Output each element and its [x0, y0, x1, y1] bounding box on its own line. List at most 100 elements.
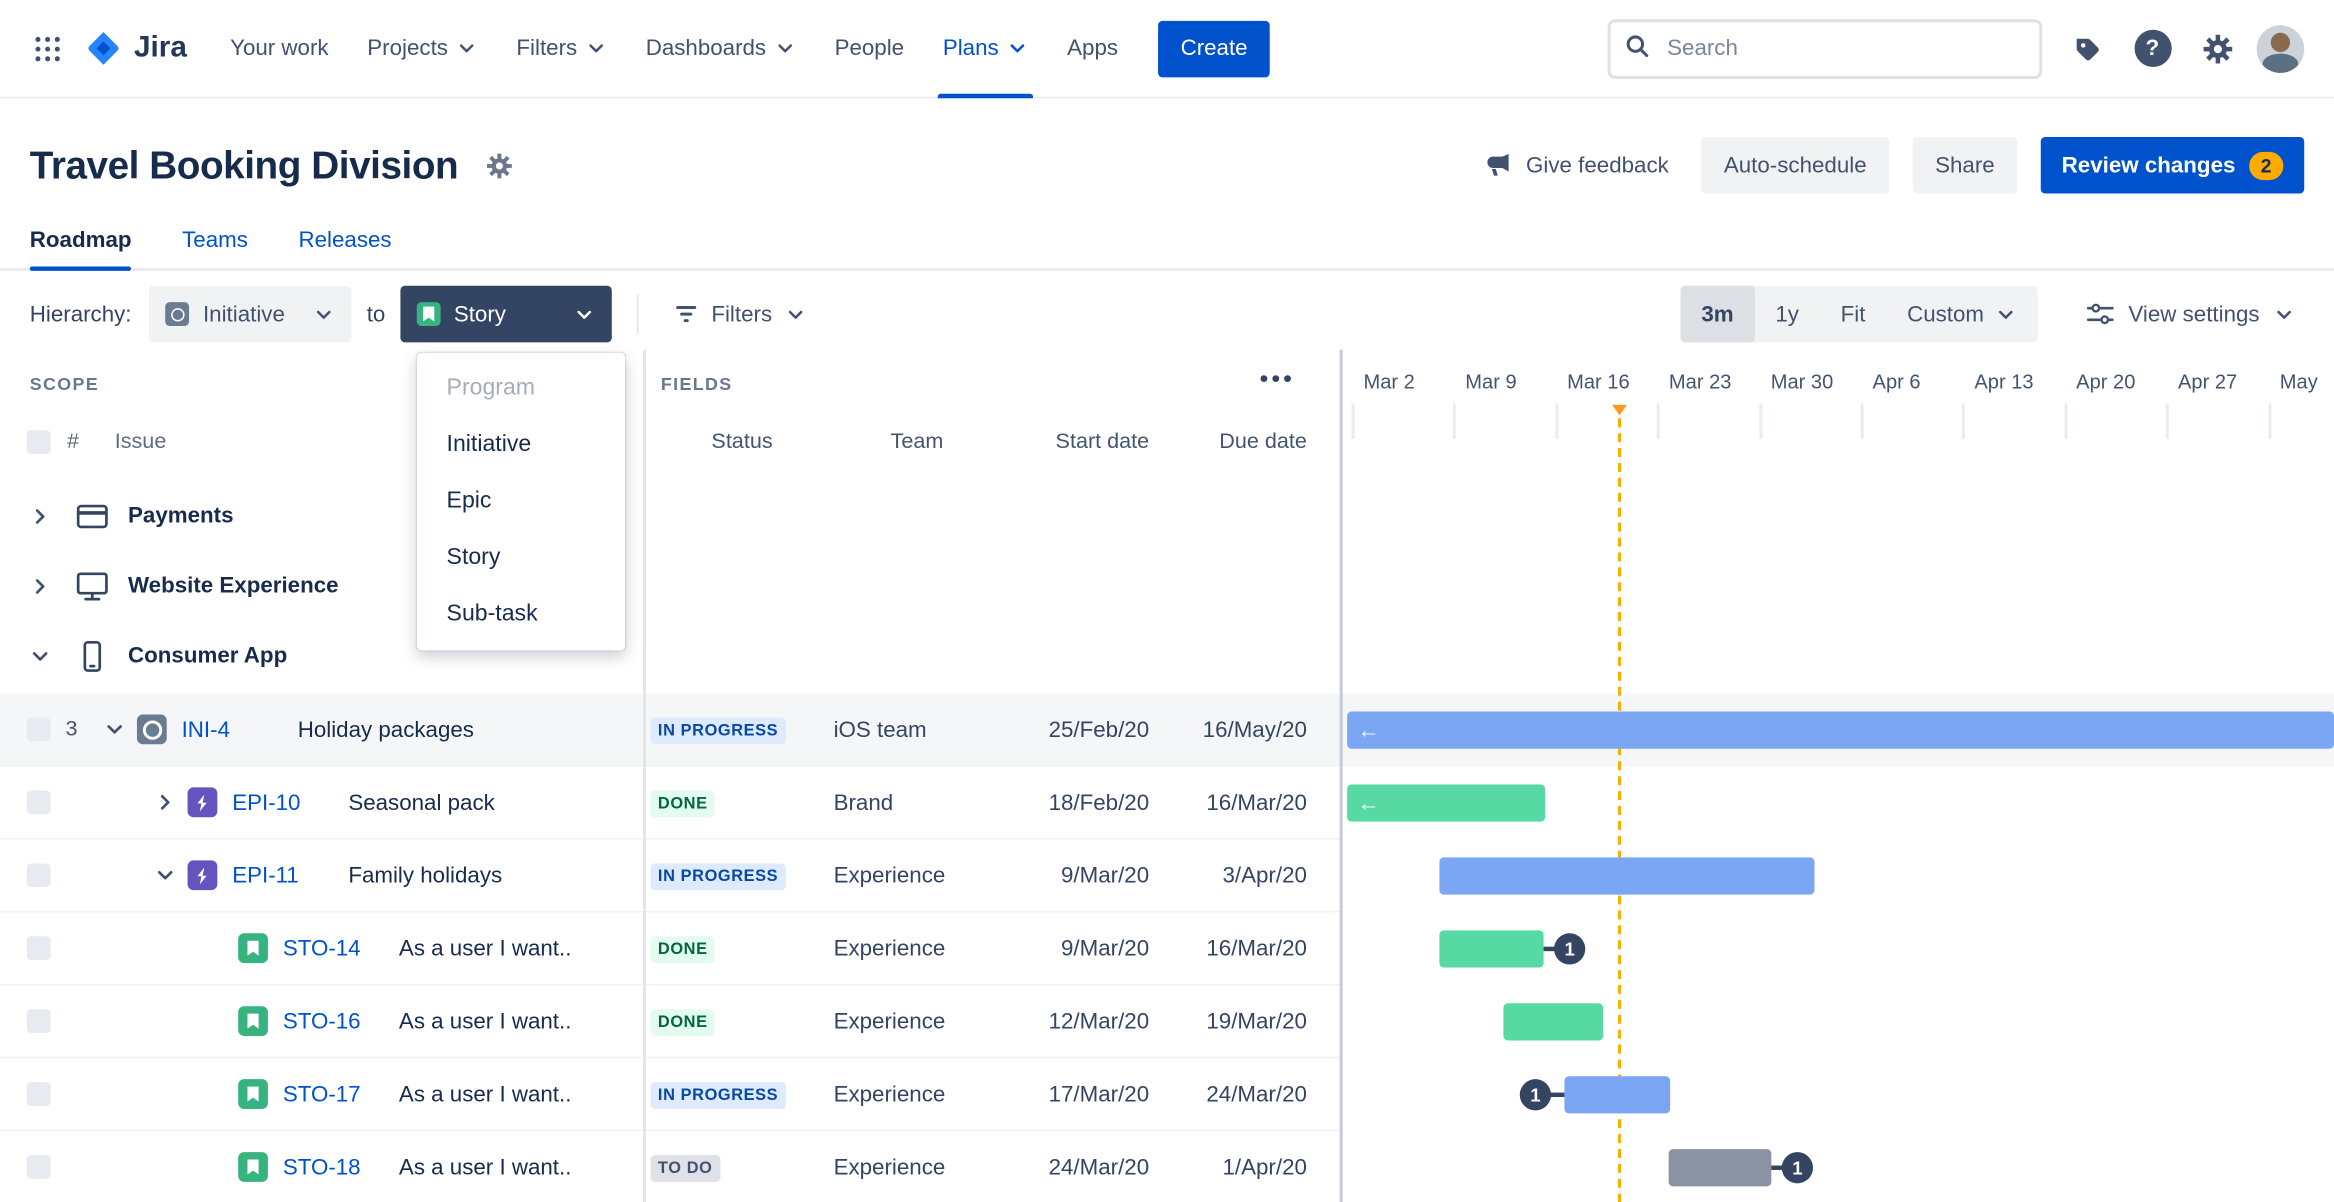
issue-key-link[interactable]: STO-16 — [283, 1008, 390, 1033]
expand-chevron[interactable] — [98, 717, 131, 741]
week-tick — [2166, 403, 2170, 440]
row-checkbox[interactable] — [26, 1155, 51, 1179]
fields-column-header-due-date: Due date — [1219, 430, 1307, 454]
team-cell: Experience — [833, 1154, 946, 1180]
hierarchy-from-dropdown[interactable]: Initiative — [149, 285, 352, 343]
plan-settings-button[interactable] — [473, 138, 527, 192]
fields-columns-header: Status Team Start date Due date — [643, 421, 1340, 463]
week-tick — [2064, 403, 2068, 440]
chevron-right-icon — [160, 795, 170, 810]
start-date-cell: 17/Mar/20 — [1048, 1081, 1150, 1107]
filters-button[interactable]: Filters — [664, 299, 816, 329]
tab-roadmap[interactable]: Roadmap — [29, 211, 133, 271]
nav-item-people[interactable]: People — [815, 0, 923, 97]
row-checkbox[interactable] — [26, 790, 51, 815]
indent-spacer — [98, 802, 149, 803]
issue-scope-cell: STO-17 As a user I want.. — [0, 1058, 644, 1132]
row-checkbox[interactable] — [26, 1009, 51, 1034]
schedule-bar[interactable] — [1668, 1149, 1772, 1187]
issue-scope-cell: STO-14 As a user I want.. — [0, 912, 644, 986]
zoom-custom-button[interactable]: Custom — [1886, 286, 2037, 343]
row-checkbox[interactable] — [26, 936, 51, 961]
expand-chevron[interactable] — [149, 790, 182, 814]
settings-button[interactable] — [2191, 22, 2245, 76]
issue-key-link[interactable]: EPI-11 — [232, 863, 339, 888]
hierarchy-option-initiative[interactable]: Initiative — [417, 417, 625, 474]
hierarchy-to-dropdown[interactable]: Story — [400, 285, 612, 343]
extends-before-arrow-icon: ← — [1357, 717, 1380, 743]
zoom-1y-button[interactable]: 1y — [1755, 286, 1820, 343]
nav-item-your-work[interactable]: Your work — [211, 0, 348, 97]
schedule-bar[interactable] — [1439, 857, 1815, 895]
user-avatar[interactable] — [2256, 24, 2305, 73]
hierarchy-option-epic[interactable]: Epic — [417, 473, 625, 530]
nav-item-label: Apps — [1067, 35, 1119, 62]
hierarchy-to-value: Story — [453, 301, 506, 327]
issue-key-link[interactable]: STO-14 — [283, 936, 390, 961]
nav-item-plans[interactable]: Plans — [923, 0, 1047, 98]
schedule-bar[interactable]: ← — [1347, 711, 2334, 749]
issue-row: STO-16 As a user I want.. DONE Experience 12… — [0, 985, 2334, 1059]
nav-item-projects[interactable]: Projects — [348, 0, 497, 97]
hierarchy-from-value: Initiative — [202, 301, 285, 327]
nav-item-label: Plans — [942, 35, 999, 62]
start-date-cell: 9/Mar/20 — [1061, 935, 1150, 961]
zoom-3m-button[interactable]: 3m — [1680, 285, 1755, 343]
plan-header: Travel Booking Division Give feedback Au… — [0, 131, 2334, 199]
nav-item-filters[interactable]: Filters — [497, 0, 626, 97]
collapse-chevron[interactable] — [24, 644, 57, 668]
auto-schedule-button[interactable]: Auto-schedule — [1701, 136, 1889, 194]
row-checkbox[interactable] — [26, 863, 51, 888]
issue-key-link[interactable]: STO-18 — [283, 1154, 390, 1179]
schedule-bar[interactable]: ← — [1347, 784, 1546, 822]
nav-item-dashboards[interactable]: Dashboards — [626, 0, 815, 97]
schedule-bar[interactable] — [1503, 1003, 1604, 1041]
search-input[interactable] — [1607, 18, 2043, 79]
select-all-checkbox[interactable] — [26, 430, 51, 454]
story-icon — [238, 1079, 268, 1109]
schedule-bar[interactable] — [1439, 930, 1544, 968]
hierarchy-dropdown-menu: Program Initiative Epic Story Sub-task — [416, 352, 626, 651]
hierarchy-option-story[interactable]: Story — [417, 530, 625, 587]
fields-more-button[interactable]: ••• — [1254, 360, 1301, 397]
hierarchy-option-sub-task[interactable]: Sub-task — [417, 586, 625, 643]
issue-key-link[interactable]: EPI-10 — [232, 790, 339, 815]
tab-releases[interactable]: Releases — [298, 211, 391, 268]
create-button[interactable]: Create — [1158, 20, 1270, 77]
status-badge: TO DO — [650, 1154, 720, 1182]
chevron-down-icon — [32, 651, 48, 661]
status-badge: IN PROGRESS — [650, 862, 786, 890]
expand-chevron[interactable] — [149, 863, 182, 887]
zoom-label: 1y — [1775, 301, 1799, 327]
row-checkbox[interactable] — [26, 717, 51, 742]
schedule-bar[interactable] — [1564, 1076, 1671, 1114]
issue-key-link[interactable]: INI-4 — [182, 717, 289, 742]
zoom-fit-button[interactable]: Fit — [1820, 286, 1886, 343]
jira-logo[interactable]: Jira — [83, 28, 187, 68]
tag-button[interactable] — [2060, 22, 2114, 76]
app-switcher-button[interactable] — [21, 22, 75, 76]
hierarchy-to-label: to — [366, 301, 386, 327]
give-feedback-button[interactable]: Give feedback — [1474, 149, 1678, 182]
row-checkbox[interactable] — [26, 1082, 51, 1106]
view-settings-button[interactable]: View settings — [2076, 298, 2304, 331]
filters-label: Filters — [711, 301, 773, 327]
fields-column-header-team: Team — [890, 430, 944, 454]
question-mark-icon: ? — [2133, 29, 2172, 67]
credit-card-icon-wrap — [74, 498, 110, 534]
chevron-down-icon — [588, 44, 603, 53]
team-cell: iOS team — [833, 716, 927, 743]
expand-chevron[interactable] — [24, 504, 57, 528]
chevron-down-icon — [1998, 310, 2013, 319]
nav-item-apps[interactable]: Apps — [1048, 0, 1138, 97]
help-button[interactable]: ? — [2126, 22, 2180, 76]
tab-teams[interactable]: Teams — [182, 211, 248, 268]
expand-chevron[interactable] — [24, 574, 57, 598]
issue-summary: As a user I want.. — [398, 935, 572, 961]
initiative-icon — [136, 714, 167, 745]
due-date-cell: 19/Mar/20 — [1206, 1008, 1307, 1034]
share-button[interactable]: Share — [1912, 136, 2018, 194]
review-changes-count-badge: 2 — [2248, 151, 2284, 180]
review-changes-button[interactable]: Review changes 2 — [2040, 136, 2305, 194]
issue-key-link[interactable]: STO-17 — [283, 1081, 390, 1106]
